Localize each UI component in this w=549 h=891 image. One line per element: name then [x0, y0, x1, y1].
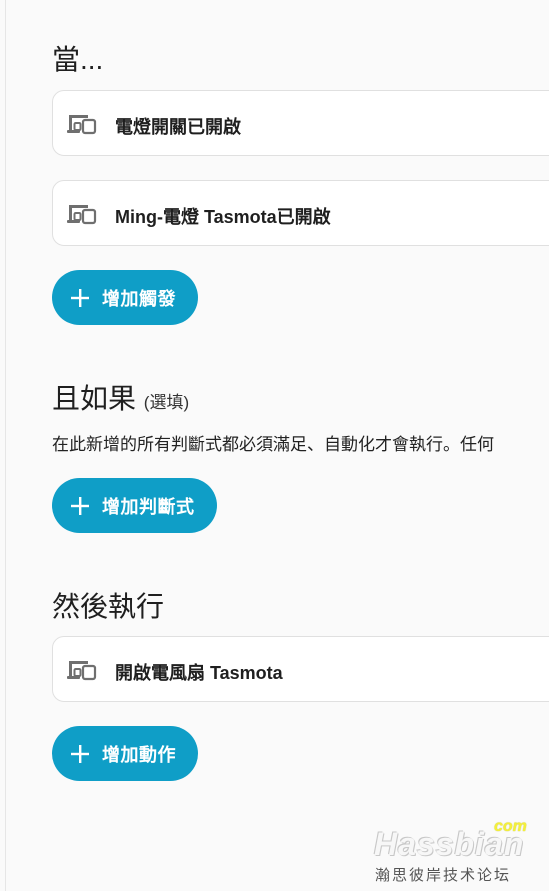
- plus-icon: [71, 744, 89, 763]
- conditions-title: 且如果 (選填): [52, 377, 189, 417]
- device-icon: [67, 115, 97, 135]
- trigger-label: Ming-電燈 Tasmota已開啟: [115, 207, 331, 227]
- action-label: 開啟電風扇 Tasmota: [115, 663, 283, 683]
- action-card-1[interactable]: 開啟電風扇 Tasmota: [52, 636, 549, 702]
- watermark: com Hassbian 瀚思彼岸技术论坛: [372, 818, 532, 886]
- trigger-label: 電燈開關已開啟: [115, 117, 241, 137]
- add-action-button[interactable]: 增加動作: [52, 726, 198, 781]
- device-icon: [67, 661, 97, 681]
- add-trigger-label: 增加觸發: [102, 288, 176, 309]
- add-action-label: 增加動作: [102, 744, 176, 765]
- trigger-card-1[interactable]: 電燈開關已開啟: [52, 90, 549, 156]
- device-icon: [67, 205, 97, 225]
- trigger-card-2[interactable]: Ming-電燈 Tasmota已開啟: [52, 180, 549, 246]
- left-divider: [5, 0, 6, 891]
- triggers-title: 當...: [52, 44, 104, 75]
- watermark-brand: Hassbian: [374, 826, 525, 862]
- actions-title: 然後執行: [52, 591, 165, 622]
- plus-icon: [71, 288, 89, 307]
- add-condition-label: 增加判斷式: [102, 496, 195, 517]
- conditions-description: 在此新增的所有判斷式都必須滿足、自動化才會執行。任何: [52, 435, 494, 454]
- watermark-subtitle: 瀚思彼岸技术论坛: [375, 867, 512, 884]
- add-condition-button[interactable]: 增加判斷式: [52, 478, 217, 533]
- optional-label: (選填): [143, 393, 190, 412]
- conditions-title-text: 且如果: [52, 383, 137, 414]
- add-trigger-button[interactable]: 增加觸發: [52, 270, 198, 325]
- plus-icon: [71, 496, 89, 515]
